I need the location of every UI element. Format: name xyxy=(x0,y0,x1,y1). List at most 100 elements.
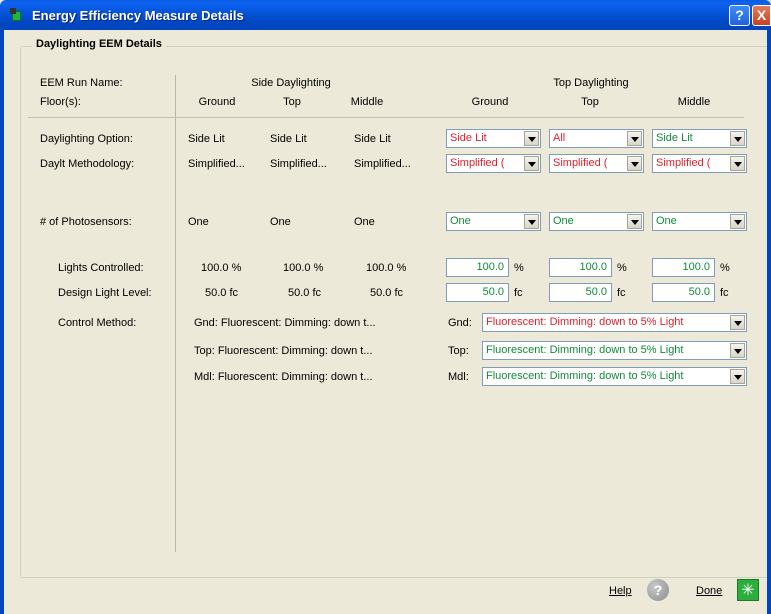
selected-value: Fluorescent: Dimming: down to 5% Light xyxy=(486,316,684,328)
label-lights-controlled: Lights Controlled: xyxy=(58,262,144,274)
side-floor-ground: Ground xyxy=(198,96,236,108)
side-photosensors-ground: One xyxy=(188,216,209,228)
side-design-light-top: 50.0 fc xyxy=(288,287,322,299)
window-frame-right xyxy=(767,30,771,614)
top-lights-controlled-middle-input[interactable]: 100.0 xyxy=(652,258,715,277)
top-photosensors-top-select[interactable]: One xyxy=(549,212,644,231)
header-divider xyxy=(28,117,744,118)
side-control-method-ground: Gnd: Fluorescent: Dimming: down t... xyxy=(194,317,376,329)
input-value: 50.0 xyxy=(585,286,607,298)
selected-value: Fluorescent: Dimming: down to 5% Light xyxy=(486,344,684,356)
chevron-down-icon[interactable] xyxy=(627,156,642,171)
window-frame-left xyxy=(0,30,4,614)
side-photosensors-top: One xyxy=(270,216,291,228)
label-daylt-methodology: Daylt Methodology: xyxy=(40,158,135,170)
selected-value: Side Lit xyxy=(656,132,693,144)
percent-unit: % xyxy=(617,262,627,274)
side-daylighting-header: Side Daylighting xyxy=(251,77,331,89)
top-design-light-ground-input[interactable]: 50.0 xyxy=(446,283,509,302)
chevron-down-icon[interactable] xyxy=(524,131,539,146)
selected-value: One xyxy=(450,215,471,227)
side-option-top: Side Lit xyxy=(270,133,307,145)
side-lights-controlled-top: 100.0 % xyxy=(283,262,324,274)
top-lights-controlled-ground-input[interactable]: 100.0 xyxy=(446,258,509,277)
app-icon xyxy=(10,8,24,22)
side-control-method-top: Top: Fluorescent: Dimming: down t... xyxy=(194,345,373,357)
help-title-button[interactable]: ? xyxy=(729,5,750,26)
label-floors: Floor(s): xyxy=(40,96,81,108)
group-title: Daylighting EEM Details xyxy=(32,38,166,50)
chevron-down-icon[interactable] xyxy=(730,315,745,330)
top-option-top-select[interactable]: All xyxy=(549,129,644,148)
top-design-light-top-input[interactable]: 50.0 xyxy=(549,283,612,302)
side-option-middle: Side Lit xyxy=(354,133,391,145)
side-methodology-ground: Simplified... xyxy=(188,158,245,170)
side-floor-top: Top xyxy=(283,96,301,108)
chevron-down-icon[interactable] xyxy=(627,131,642,146)
chevron-down-icon[interactable] xyxy=(730,131,745,146)
help-icon[interactable]: ? xyxy=(647,579,669,601)
label-photosensors: # of Photosensors: xyxy=(40,216,132,228)
percent-unit: % xyxy=(720,262,730,274)
selected-value: One xyxy=(553,215,574,227)
chevron-down-icon[interactable] xyxy=(730,343,745,358)
top-floor-ground: Ground xyxy=(471,96,509,108)
daylighting-groupbox xyxy=(20,46,767,578)
side-floor-middle: Middle xyxy=(350,96,384,108)
input-value: 50.0 xyxy=(688,286,710,298)
input-value: 100.0 xyxy=(579,261,607,273)
label-design-light-level: Design Light Level: xyxy=(58,287,152,299)
top-photosensors-middle-select[interactable]: One xyxy=(652,212,747,231)
side-design-light-middle: 50.0 fc xyxy=(370,287,404,299)
top-methodology-ground-select[interactable]: Simplified ( xyxy=(446,154,541,173)
fc-unit: fc xyxy=(720,287,729,299)
control-prefix-gnd: Gnd: xyxy=(448,317,472,329)
top-option-ground-select[interactable]: Side Lit xyxy=(446,129,541,148)
top-floor-top: Top xyxy=(581,96,599,108)
title-bar[interactable]: Energy Efficiency Measure Details ? X xyxy=(0,0,771,30)
chevron-down-icon[interactable] xyxy=(730,214,745,229)
help-link[interactable]: Help xyxy=(609,585,632,597)
label-control-method: Control Method: xyxy=(58,317,137,329)
control-prefix-top: Top: xyxy=(448,345,469,357)
side-design-light-ground: 50.0 fc xyxy=(205,287,239,299)
control-prefix-mdl: Mdl: xyxy=(448,371,469,383)
vertical-divider xyxy=(175,75,176,552)
top-floor-middle: Middle xyxy=(677,96,711,108)
chevron-down-icon[interactable] xyxy=(524,156,539,171)
top-control-method-ground-select[interactable]: Fluorescent: Dimming: down to 5% Light xyxy=(482,313,747,332)
selected-value: Fluorescent: Dimming: down to 5% Light xyxy=(486,370,684,382)
top-design-light-middle-input[interactable]: 50.0 xyxy=(652,283,715,302)
side-option-ground: Side Lit xyxy=(188,133,225,145)
side-photosensors-middle: One xyxy=(354,216,375,228)
label-daylighting-option: Daylighting Option: xyxy=(40,133,133,145)
top-methodology-top-select[interactable]: Simplified ( xyxy=(549,154,644,173)
top-lights-controlled-top-input[interactable]: 100.0 xyxy=(549,258,612,277)
side-lights-controlled-ground: 100.0 % xyxy=(201,262,242,274)
percent-unit: % xyxy=(514,262,524,274)
fc-unit: fc xyxy=(514,287,523,299)
selected-value: Simplified ( xyxy=(553,157,608,169)
selected-value: All xyxy=(553,132,566,144)
fc-unit: fc xyxy=(617,287,626,299)
side-control-method-middle: Mdl: Fluorescent: Dimming: down t... xyxy=(194,371,373,383)
top-methodology-middle-select[interactable]: Simplified ( xyxy=(652,154,747,173)
top-daylighting-header: Top Daylighting xyxy=(553,77,629,89)
side-methodology-top: Simplified... xyxy=(270,158,327,170)
window-title: Energy Efficiency Measure Details xyxy=(32,8,244,23)
top-option-middle-select[interactable]: Side Lit xyxy=(652,129,747,148)
input-value: 100.0 xyxy=(682,261,710,273)
top-control-method-top-select[interactable]: Fluorescent: Dimming: down to 5% Light xyxy=(482,341,747,360)
done-link[interactable]: Done xyxy=(696,585,722,597)
top-photosensors-ground-select[interactable]: One xyxy=(446,212,541,231)
done-icon[interactable]: ✳ xyxy=(737,579,759,601)
close-button[interactable]: X xyxy=(752,5,771,26)
chevron-down-icon[interactable] xyxy=(524,214,539,229)
selected-value: Simplified ( xyxy=(656,157,711,169)
selected-value: One xyxy=(656,215,677,227)
chevron-down-icon[interactable] xyxy=(730,369,745,384)
chevron-down-icon[interactable] xyxy=(730,156,745,171)
chevron-down-icon[interactable] xyxy=(627,214,642,229)
side-lights-controlled-middle: 100.0 % xyxy=(366,262,407,274)
top-control-method-middle-select[interactable]: Fluorescent: Dimming: down to 5% Light xyxy=(482,367,747,386)
